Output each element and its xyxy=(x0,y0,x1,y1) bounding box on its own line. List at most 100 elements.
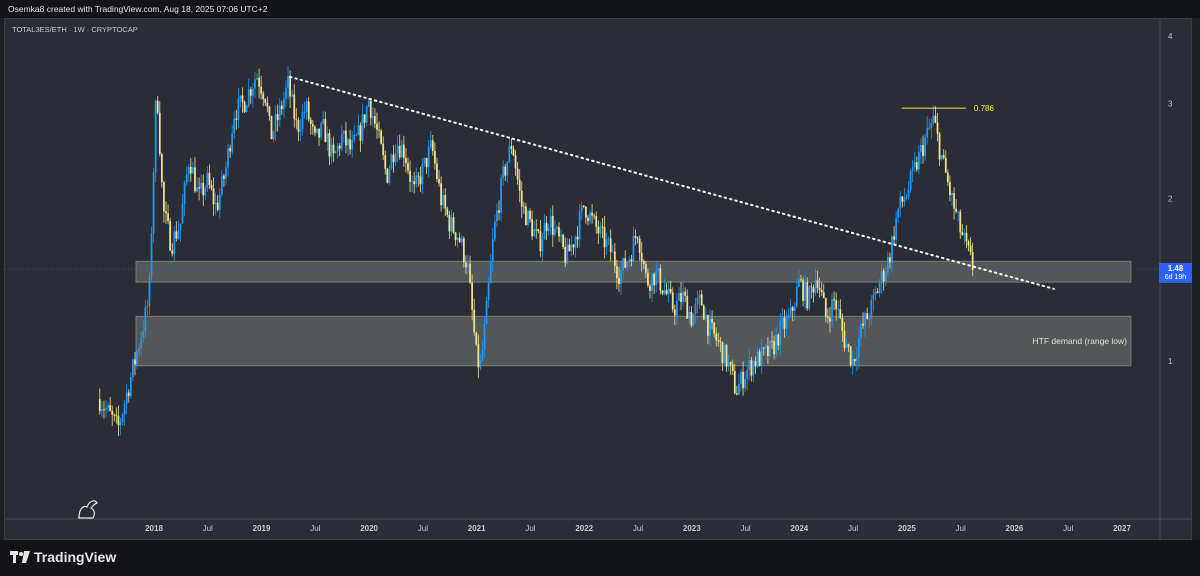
candle-body xyxy=(878,283,881,293)
candle-body xyxy=(562,234,565,248)
candle-body xyxy=(419,176,422,185)
candle-body xyxy=(777,334,780,346)
candle-body xyxy=(899,196,902,209)
candle-body xyxy=(134,359,136,365)
candle-body xyxy=(109,405,112,411)
candle-body xyxy=(514,155,517,169)
candle-body xyxy=(702,305,705,320)
candle-body xyxy=(450,217,453,232)
candle-body xyxy=(204,187,207,196)
candle-body xyxy=(456,237,459,241)
candle-body xyxy=(667,288,670,295)
candle-body xyxy=(855,357,858,362)
candle-body xyxy=(839,309,842,319)
candle-body xyxy=(810,286,813,288)
candle-body xyxy=(336,145,339,152)
y-tick-label: 2 xyxy=(1168,195,1173,204)
candle-body xyxy=(804,282,807,301)
candle-body xyxy=(953,193,955,209)
candle-body xyxy=(334,151,337,153)
candle-body xyxy=(524,206,527,226)
candle-body xyxy=(388,169,391,183)
candle-body xyxy=(359,125,362,141)
tradingview-brand[interactable]: TradingView xyxy=(10,548,116,566)
candle-body xyxy=(613,251,616,267)
candle-body xyxy=(678,293,680,301)
candle-body xyxy=(642,261,645,265)
demand-zone-2 xyxy=(135,315,1132,367)
candle-body xyxy=(152,172,155,234)
candle-body xyxy=(934,115,937,123)
candle-body xyxy=(754,361,757,367)
candle-body xyxy=(191,167,194,174)
candle-body xyxy=(231,133,234,152)
x-tick-label: Jul xyxy=(310,524,320,533)
candle-body xyxy=(506,162,509,176)
candle-body xyxy=(791,307,794,311)
candle-body xyxy=(826,316,829,318)
candle-body xyxy=(123,403,126,415)
candle-body xyxy=(762,347,765,349)
candle-body xyxy=(489,261,492,284)
candle-body xyxy=(806,282,809,309)
candle-body xyxy=(597,226,600,234)
candle-body xyxy=(429,140,432,148)
candle-body xyxy=(926,127,929,138)
candle-body xyxy=(243,101,246,113)
candle-body xyxy=(177,230,180,239)
candle-body xyxy=(709,318,711,336)
candle-body xyxy=(717,340,720,342)
candle-body xyxy=(458,237,461,242)
chart-canvas[interactable]: HTF demand (range low) 0.786 1 2 3 4 2018 Jul 20… xyxy=(5,19,1191,539)
x-tick-label: 2026 xyxy=(1006,524,1024,533)
candle-body xyxy=(659,268,662,291)
candle-body xyxy=(516,168,519,180)
candle-body xyxy=(254,79,256,89)
candle-body xyxy=(206,172,209,188)
candle-body xyxy=(158,112,161,155)
candle-body xyxy=(576,236,579,240)
candle-body xyxy=(181,204,184,224)
candle-body xyxy=(117,415,120,426)
candle-body xyxy=(582,205,585,207)
chart-pane[interactable]: HTF demand (range low) 0.786 1 2 3 4 2018 Jul 20… xyxy=(4,18,1192,540)
candle-body xyxy=(669,288,672,293)
candle-body xyxy=(756,351,759,367)
candle-body xyxy=(340,134,343,149)
candle-body xyxy=(802,280,804,301)
candle-body xyxy=(223,175,225,179)
candle-body xyxy=(545,223,548,232)
x-tick-label: Jul xyxy=(740,524,750,533)
candle-body xyxy=(944,157,947,173)
candle-body xyxy=(440,183,442,206)
candle-body xyxy=(884,272,887,282)
candle-body xyxy=(570,244,573,252)
candle-body xyxy=(740,371,742,384)
candle-body xyxy=(415,175,418,185)
candle-body xyxy=(491,239,494,262)
candle-body xyxy=(163,182,165,212)
candle-body xyxy=(808,286,811,309)
candle-body xyxy=(711,318,713,323)
candle-body xyxy=(698,294,701,299)
candle-body xyxy=(136,351,138,365)
candle-body xyxy=(270,115,273,140)
candle-body xyxy=(187,166,190,175)
candle-body xyxy=(314,126,316,133)
candle-body xyxy=(574,236,577,248)
candle-body xyxy=(407,162,409,171)
candle-body xyxy=(413,181,416,185)
candle-body xyxy=(727,361,730,367)
candle-body xyxy=(111,410,114,415)
x-tick-label: Jul xyxy=(848,524,858,533)
candle-body xyxy=(551,215,554,235)
candle-body xyxy=(951,193,953,196)
candle-body xyxy=(909,171,912,190)
candle-body xyxy=(498,210,500,213)
candle-body xyxy=(657,268,660,271)
candle-body xyxy=(119,421,122,426)
candle-body xyxy=(760,347,763,367)
x-tick-label: Jul xyxy=(633,524,643,533)
candle-body xyxy=(893,236,895,240)
candle-body xyxy=(812,287,815,293)
